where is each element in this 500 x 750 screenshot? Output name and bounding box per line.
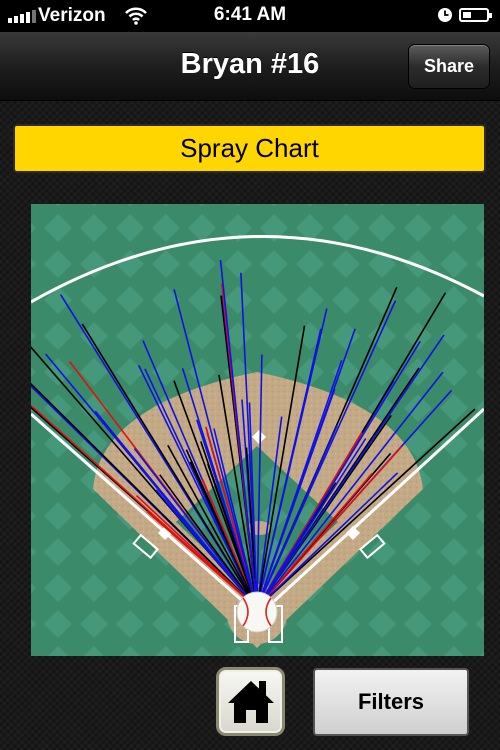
home-icon: [227, 680, 274, 723]
battery-icon: [459, 8, 492, 22]
share-button[interactable]: Share: [408, 44, 490, 89]
filters-button[interactable]: Filters: [313, 668, 469, 736]
navigation-bar: Bryan #16 Share: [0, 32, 500, 101]
baseball-icon: [236, 591, 278, 633]
alarm-clock-icon: [437, 7, 453, 29]
baseball-field: [31, 204, 484, 656]
home-button[interactable]: [216, 667, 285, 736]
spray-chart-banner: Spray Chart: [13, 124, 486, 173]
spray-chart-field: [31, 204, 484, 656]
status-time: 6:41 AM: [213, 4, 287, 25]
battery-level: [463, 12, 471, 18]
banner-title: Spray Chart: [180, 133, 319, 163]
status-bar: Verizon 6:41 AM: [0, 0, 500, 32]
